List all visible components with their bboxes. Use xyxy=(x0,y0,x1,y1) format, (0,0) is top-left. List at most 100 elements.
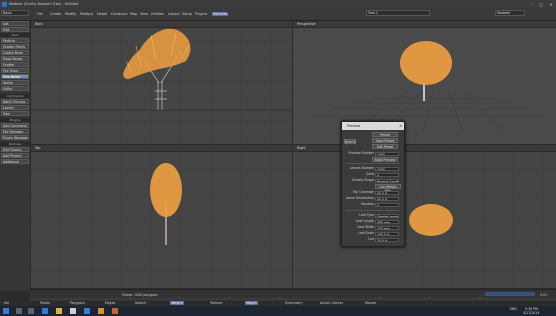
menu-view[interactable]: View xyxy=(140,12,148,16)
menu-setup[interactable]: Setup xyxy=(182,12,192,16)
viewport-top[interactable]: Top xyxy=(31,145,292,288)
tool-plugin-manager[interactable]: Plugin Manager xyxy=(1,135,29,140)
viewport-right-canvas xyxy=(293,151,556,288)
menu-plugins[interactable]: Plugins xyxy=(195,12,207,16)
status-sketch[interactable]: Sketch xyxy=(135,301,146,305)
edit-preset-button[interactable]: Edit Preset xyxy=(372,144,398,149)
maximize-button[interactable]: □ xyxy=(536,2,546,7)
menu-particles[interactable]: Particles xyxy=(212,12,229,16)
branch-button[interactable]: Branch xyxy=(344,139,356,144)
tool-scatter-points[interactable]: Scatter Points xyxy=(1,44,29,49)
timeline-controls[interactable] xyxy=(485,292,535,296)
row-preview-number: Preview Number 1000 xyxy=(342,151,404,156)
status-symmetry[interactable]: Symmetry xyxy=(285,301,303,305)
row-top-coverage: Top Coverage 80.0 % xyxy=(342,190,404,195)
minimize-button[interactable]: – xyxy=(526,2,536,7)
input-leaf-length[interactable]: 400 mm xyxy=(375,219,399,224)
get-weight-map-button[interactable]: Get Weight Map xyxy=(375,184,401,193)
tool-add-plugins[interactable]: Add Plugins xyxy=(1,153,29,158)
file-explorer-icon[interactable] xyxy=(56,308,62,314)
mode-combo[interactable]: Basic xyxy=(1,10,29,16)
build-preview-button[interactable]: Build Preview xyxy=(372,157,398,162)
viewport-right[interactable]: Right xyxy=(293,145,556,288)
tool-tree-model[interactable]: Tree Model xyxy=(1,74,29,79)
input-curl[interactable]: 20.0 % xyxy=(375,237,399,242)
tree-preview-dialog: Preview ✕ Preset Save Preset Edit Preset… xyxy=(341,121,405,247)
viewport-back[interactable]: Back xyxy=(31,21,292,144)
preset-combo[interactable]: Preset xyxy=(372,132,398,137)
menu-utilities[interactable]: Utilities xyxy=(151,12,164,16)
tool-spline[interactable]: Spline xyxy=(1,80,29,85)
window-controls: – □ ✕ xyxy=(526,2,556,7)
label-leaf-type: Leaf Type xyxy=(359,213,374,217)
menu-map[interactable]: Map xyxy=(130,12,137,16)
input-preview-number[interactable]: 1000 xyxy=(375,151,399,156)
status-sel[interactable]: Sel xyxy=(4,301,9,305)
windows-start-icon[interactable] xyxy=(3,308,9,314)
tool-additional[interactable]: Additional xyxy=(1,159,29,164)
input-leaves-number[interactable]: 1500 xyxy=(375,166,399,171)
tool-tree[interactable]: Tree xyxy=(1,111,29,116)
input-random[interactable]: 0 xyxy=(375,202,399,207)
tool-utility[interactable]: Utility xyxy=(1,86,29,91)
tool-scatter[interactable]: Scatter xyxy=(1,62,29,67)
input-leave-distribution[interactable]: 50.0 % xyxy=(375,196,399,201)
tool-create-bone[interactable]: Create Bone xyxy=(1,50,29,55)
timeline-status: 0.01 xyxy=(540,293,548,297)
status-mouse[interactable]: Mouse xyxy=(365,301,376,305)
input-seed[interactable]: 0 xyxy=(375,172,399,177)
select-gravity-shape[interactable]: Normal Gravity xyxy=(375,178,399,183)
status-weight[interactable]: Weight xyxy=(170,301,184,305)
menu-create[interactable]: Create xyxy=(50,12,61,16)
lightwave-layout-icon[interactable] xyxy=(112,308,118,314)
close-button[interactable]: ✕ xyxy=(546,2,556,7)
separator xyxy=(346,163,400,164)
menu-file[interactable]: File xyxy=(37,12,43,16)
row-leaves-number: Leaves Number 1500 xyxy=(342,166,404,171)
search-icon[interactable] xyxy=(16,308,22,314)
edge-browser-icon[interactable] xyxy=(42,308,48,314)
tool-add-command[interactable]: Add Command xyxy=(1,123,29,128)
select-leaf-type[interactable]: Simple Leaves xyxy=(375,213,399,218)
viewport-perspective[interactable]: Perspective xyxy=(293,21,556,144)
tool-edit-plugins[interactable]: Edit Plugins xyxy=(1,147,29,152)
store-icon[interactable] xyxy=(70,308,76,314)
task-view-icon[interactable] xyxy=(28,308,34,314)
input-leaf-scale[interactable]: 100.0 % xyxy=(375,231,399,236)
lightwave-icon[interactable] xyxy=(98,308,104,314)
row-leaf-width: Leaf Width 100 mm xyxy=(342,225,404,230)
menu-multiply[interactable]: Multiply xyxy=(80,12,93,16)
dialog-close-icon[interactable]: ✕ xyxy=(399,122,402,130)
menu-modify[interactable]: Modify xyxy=(65,12,76,16)
save-preset-button[interactable]: Save Preset xyxy=(372,138,398,143)
status-action-center[interactable]: Action Center xyxy=(320,301,343,305)
row-curl: Curl 20.0 % xyxy=(342,237,404,242)
tool-get[interactable]: Get xyxy=(1,21,29,26)
status-polygons[interactable]: Polygons xyxy=(70,301,85,305)
viewport-back-canvas xyxy=(31,27,292,144)
tool-batch-process[interactable]: Batch Process xyxy=(1,99,29,104)
status-points[interactable]: Points xyxy=(40,301,50,305)
dialog-title-bar[interactable]: Preview ✕ xyxy=(342,122,404,130)
mail-icon[interactable] xyxy=(84,308,90,314)
menu-bar: Basic File Create Modify Multiply Detail… xyxy=(0,8,556,21)
status-edges[interactable]: Edges xyxy=(105,301,115,305)
mid-combo[interactable]: Modeler xyxy=(495,10,525,16)
title-bar: Modeler (Cherry Blossom Tree) - Untitled… xyxy=(0,0,556,8)
tool-edit[interactable]: Edit xyxy=(1,27,29,32)
tool-place-bones[interactable]: Place Bones xyxy=(1,56,29,61)
menu-construct[interactable]: Construct xyxy=(111,12,127,16)
status-texture[interactable]: Texture xyxy=(210,301,222,305)
tool-layers[interactable]: Layers xyxy=(1,105,29,110)
frame-info: Frame: 1000 polygons xyxy=(122,293,158,297)
menu-layout[interactable]: Layout xyxy=(168,12,180,16)
tool-particle[interactable]: Particle xyxy=(1,38,29,43)
tool-fire-trace[interactable]: Fire Trace xyxy=(1,68,29,73)
layer-combo[interactable]: Tree 1 xyxy=(366,10,430,16)
input-top-coverage[interactable]: 80.0 % xyxy=(375,190,399,195)
menu-detail[interactable]: Detail xyxy=(97,12,107,16)
status-morph[interactable]: Morph xyxy=(245,301,258,305)
tool-file-manager[interactable]: File Manager xyxy=(1,129,29,134)
input-leaf-width[interactable]: 100 mm xyxy=(375,225,399,230)
separator xyxy=(346,210,400,211)
